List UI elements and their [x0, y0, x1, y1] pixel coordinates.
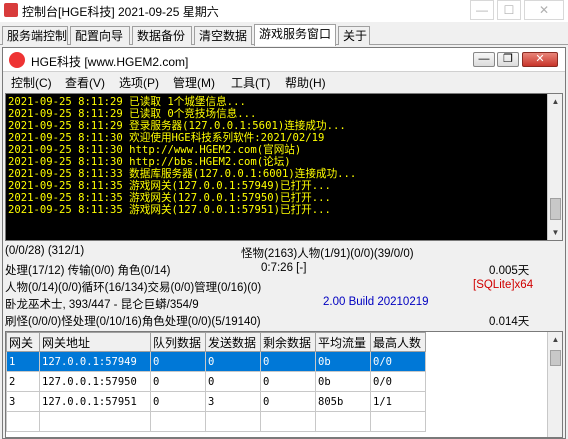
cell-remaining: 0	[260, 351, 316, 372]
menu-manage[interactable]: 管理(M)	[173, 74, 215, 91]
cell-address: 127.0.0.1:57951	[39, 391, 151, 412]
table-row-empty	[6, 411, 426, 432]
log-line: 2021-09-25 8:11:35 游戏网关(127.0.0.1:57950)…	[8, 192, 331, 204]
status-counters: (0/0/28) (312/1)	[5, 245, 85, 257]
log-scroll-thumb[interactable]	[550, 198, 561, 220]
scroll-up-arrow-icon[interactable]: ▲	[548, 94, 562, 109]
inner-minimize-button[interactable]: —	[473, 52, 495, 67]
col-remaining-data[interactable]: 剩余数据	[260, 332, 316, 352]
cell-max: 0/0	[370, 351, 426, 372]
table-header-row: 网关 网关地址 队列数据 发送数据 剩余数据 平均流量 最高人数	[6, 332, 426, 352]
log-line: 2021-09-25 8:11:30 http://bbs.HGEM2.com(…	[8, 156, 291, 168]
col-sent-data[interactable]: 发送数据	[205, 332, 261, 352]
game-service-window: HGE科技 [www.HGEM2.com] — ❐ ✕ 控制(C) 查看(V) …	[2, 47, 566, 439]
cell-traffic: 0b	[315, 371, 371, 392]
log-line: 2021-09-25 8:11:30 欢迎使用HGE科技系列软件:2021/02…	[8, 132, 325, 144]
log-scrollbar[interactable]: ▲ ▼	[547, 94, 562, 240]
inner-window-title: HGE科技 [www.HGEM2.com]	[31, 55, 189, 69]
cell-sent: 0	[205, 371, 261, 392]
status-monster-info: 卧龙巫术士, 393/447 - 昆仑巨蟒/354/9	[5, 299, 199, 311]
tab-config-wizard[interactable]: 配置向导	[70, 26, 130, 45]
inner-title-bar: HGE科技 [www.HGEM2.com] — ❐ ✕	[3, 48, 565, 72]
cell-address: 127.0.0.1:57950	[39, 371, 151, 392]
table-scroll-thumb[interactable]	[550, 350, 561, 366]
log-line: 2021-09-25 8:11:29 登录服务器(127.0.0.1:5601)…	[8, 120, 346, 132]
tab-game-service-window[interactable]: 游戏服务窗口	[254, 24, 336, 46]
table-row[interactable]: 1 127.0.0.1:57949 0 0 0 0b 0/0	[6, 351, 426, 372]
scroll-down-arrow-icon[interactable]: ▼	[548, 225, 562, 240]
menu-bar: 控制(C) 查看(V) 选项(P) 管理(M) 工具(T) 帮助(H)	[3, 73, 565, 91]
log-line: 2021-09-25 8:11:30 http://www.HGEM2.com(…	[8, 144, 302, 156]
cell-sent: 0	[205, 351, 261, 372]
cell-traffic: 805b	[315, 391, 371, 412]
cell-max: 0/0	[370, 371, 426, 392]
table-row[interactable]: 2 127.0.0.1:57950 0 0 0 0b 0/0	[6, 371, 426, 392]
menu-view[interactable]: 查看(V)	[65, 74, 105, 91]
status-days-2: 0.014天	[489, 316, 530, 328]
log-line: 2021-09-25 8:11:29 已读取 1个城堡信息...	[8, 96, 246, 108]
table-row[interactable]: 3 127.0.0.1:57951 0 3 0 805b 1/1	[6, 391, 426, 412]
cell-queue: 0	[150, 391, 206, 412]
menu-tools[interactable]: 工具(T)	[231, 74, 270, 91]
log-console[interactable]: 2021-09-25 8:11:29 已读取 1个城堡信息... 2021-09…	[5, 93, 563, 241]
cell-remaining: 0	[260, 371, 316, 392]
app-icon	[4, 3, 18, 17]
inner-close-button[interactable]: ✕	[522, 52, 558, 67]
col-gateway[interactable]: 网关	[6, 332, 40, 352]
minimize-button[interactable]: —	[470, 0, 494, 20]
cell-queue: 0	[150, 371, 206, 392]
menu-control[interactable]: 控制(C)	[11, 74, 52, 91]
log-line: 2021-09-25 8:11:35 游戏网关(127.0.0.1:57951)…	[8, 204, 331, 216]
cell-sent: 3	[205, 391, 261, 412]
cell-gateway: 2	[6, 371, 40, 392]
gateway-grid: 网关 网关地址 队列数据 发送数据 剩余数据 平均流量 最高人数 1 127.0…	[6, 332, 426, 432]
col-gateway-address[interactable]: 网关地址	[39, 332, 151, 352]
col-avg-traffic[interactable]: 平均流量	[315, 332, 371, 352]
tab-server-control[interactable]: 服务端控制	[2, 26, 68, 45]
status-spawn: 刷怪(0/0/0)怪处理(0/10/16)角色处理(0/0)(5/19140)	[5, 316, 261, 328]
table-scroll-up-icon[interactable]: ▲	[548, 332, 562, 347]
sqlite-label: [SQLite]x64	[473, 279, 534, 291]
window-title: 控制台[HGE科技] 2021-09-25 星期六	[22, 5, 219, 19]
cell-address: 127.0.0.1:57949	[39, 351, 151, 372]
tab-about[interactable]: 关于	[338, 26, 370, 45]
menu-options[interactable]: 选项(P)	[119, 74, 159, 91]
cell-traffic: 0b	[315, 351, 371, 372]
cell-max: 1/1	[370, 391, 426, 412]
tab-data-backup[interactable]: 数据备份	[132, 26, 192, 45]
status-monsters: 怪物(2163)人物(1/91)(0/0)(39/0/0)	[241, 248, 414, 260]
hge-logo-icon	[9, 52, 25, 68]
log-line: 2021-09-25 8:11:33 数据库服务器(127.0.0.1:6001…	[8, 168, 357, 180]
status-uptime: 0:7:26 [-]	[261, 262, 307, 274]
close-button[interactable]: ✕	[524, 0, 564, 20]
outer-title-bar: 控制台[HGE科技] 2021-09-25 星期六 — ☐ ✕	[0, 0, 568, 22]
log-line: 2021-09-25 8:11:35 游戏网关(127.0.0.1:57949)…	[8, 180, 331, 192]
log-line: 2021-09-25 8:11:29 已读取 0个竞技场信息...	[8, 108, 257, 120]
maximize-button[interactable]: ☐	[497, 0, 521, 20]
tab-clear-data[interactable]: 清空数据	[194, 26, 252, 45]
tab-bar: 服务端控制 配置向导 数据备份 清空数据 游戏服务窗口 关于	[0, 24, 568, 46]
col-queue-data[interactable]: 队列数据	[150, 332, 206, 352]
inner-maximize-button[interactable]: ❐	[497, 52, 519, 67]
menu-help[interactable]: 帮助(H)	[285, 74, 326, 91]
status-days: 0.005天	[489, 265, 530, 277]
cell-remaining: 0	[260, 391, 316, 412]
gateway-table[interactable]: 网关 网关地址 队列数据 发送数据 剩余数据 平均流量 最高人数 1 127.0…	[5, 331, 563, 438]
build-label: 2.00 Build 20210219	[323, 296, 429, 308]
table-scrollbar[interactable]: ▲	[547, 332, 562, 437]
status-players: 人物(0/14)(0/0)循环(16/134)交易(0/0)管理(0/16)(0…	[5, 282, 262, 294]
cell-gateway: 3	[6, 391, 40, 412]
status-processing: 处理(17/12) 传输(0/0) 角色(0/14)	[5, 265, 171, 277]
cell-queue: 0	[150, 351, 206, 372]
col-max-players[interactable]: 最高人数	[370, 332, 426, 352]
cell-gateway: 1	[6, 351, 40, 372]
